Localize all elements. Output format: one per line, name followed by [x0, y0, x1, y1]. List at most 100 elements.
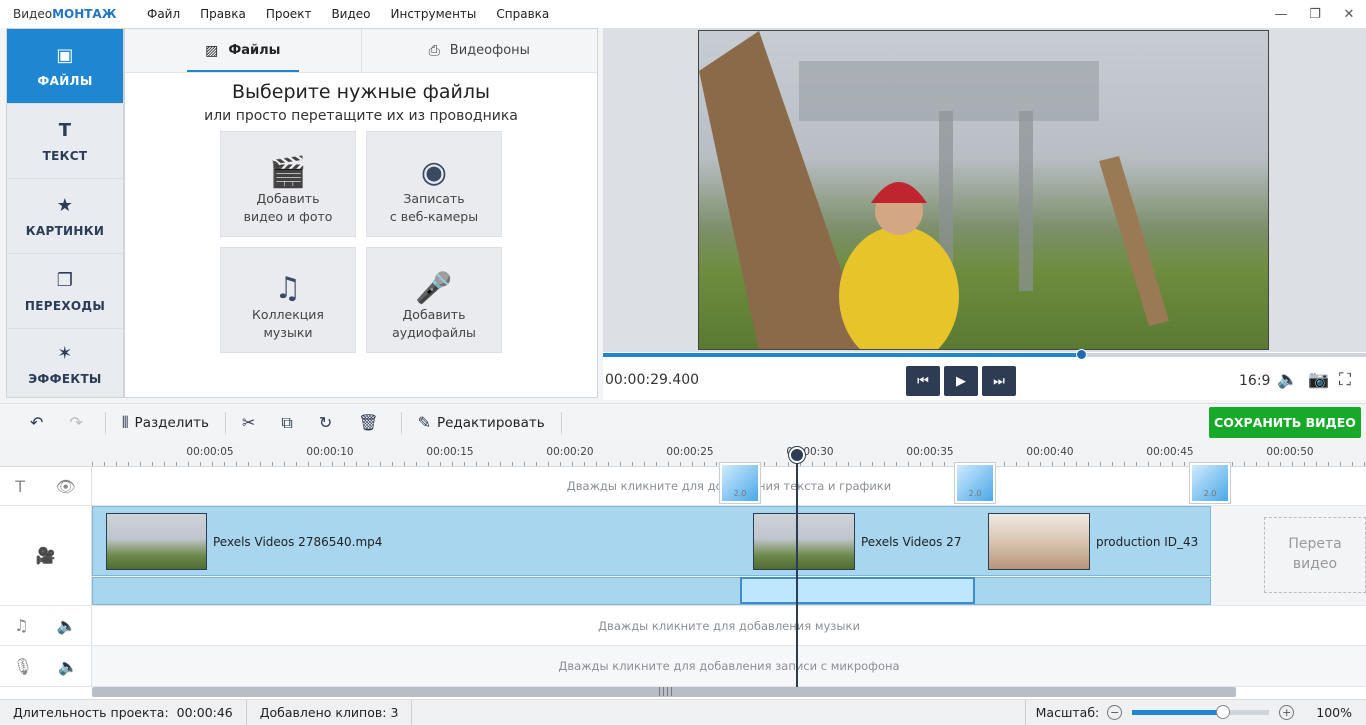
- save-video-button[interactable]: СОХРАНИТЬ ВИДЕО: [1209, 407, 1361, 438]
- music-track-hint[interactable]: Дважды кликните для добавления музыки: [92, 606, 1366, 645]
- edit-label: Редактировать: [436, 414, 545, 431]
- sidebar-item-files[interactable]: ▣ ФАЙЛЫ: [7, 29, 123, 104]
- ruler-tick-label: 00:00:35: [906, 446, 954, 458]
- scrollbar-grip[interactable]: ||||: [658, 687, 674, 697]
- eye-icon[interactable]: 👁: [55, 477, 75, 496]
- menu-help[interactable]: Справка: [486, 7, 559, 21]
- menu-tools[interactable]: Инструменты: [381, 7, 487, 21]
- clip-name[interactable]: Pexels Videos 2786540.mp4: [213, 535, 382, 549]
- cut-button[interactable]: ✂: [232, 404, 271, 442]
- drop-zone[interactable]: Перета видео: [1264, 517, 1366, 593]
- mic-track-header: 🎙 🔈: [0, 646, 92, 686]
- zoom-slider[interactable]: [1132, 704, 1270, 719]
- play-button[interactable]: ▶: [944, 366, 978, 396]
- preview-area: [603, 28, 1366, 352]
- clip-name[interactable]: production ID_43: [1096, 535, 1198, 549]
- music-track: ♫ 🔈 Дважды кликните для добавления музык…: [0, 606, 1366, 646]
- volume-icon[interactable]: 🔈: [57, 616, 77, 635]
- ruler-tick-mark: [1316, 462, 1317, 466]
- playhead-line[interactable]: [796, 449, 798, 687]
- ruler-tick-mark: [1040, 462, 1041, 466]
- mic-track: 🎙 🔈 Дважды кликните для добавления запис…: [0, 646, 1366, 687]
- playback-progress[interactable]: [603, 349, 1366, 360]
- zoom-in-icon[interactable]: +: [1279, 704, 1295, 720]
- ruler-tick-mark: [344, 462, 345, 466]
- playhead-handle[interactable]: [789, 447, 805, 463]
- edit-button[interactable]: ✎ Редактировать: [408, 404, 555, 442]
- ruler-tick-mark: [1076, 462, 1077, 466]
- next-button[interactable]: ⏭: [982, 366, 1016, 396]
- rotate-button[interactable]: ↻: [309, 404, 348, 442]
- zoom-out-icon[interactable]: −: [1107, 704, 1123, 720]
- ruler-tick-mark: [908, 462, 909, 466]
- transition-duration: 2.0: [1203, 489, 1217, 498]
- snapshot-icon[interactable]: 📷: [1308, 370, 1329, 390]
- crop-button[interactable]: ⧉: [271, 404, 308, 442]
- clip-audio-strip[interactable]: [92, 577, 1211, 605]
- ruler-tick-mark: [668, 462, 669, 466]
- ruler-tick-label: 00:00:40: [1026, 446, 1074, 458]
- menu-video[interactable]: Видео: [321, 7, 380, 21]
- ruler-tick-mark: [848, 462, 849, 466]
- close-button[interactable]: ✕: [1332, 0, 1366, 28]
- add-audio-button[interactable]: 🎤 Добавить аудиофайлы: [366, 247, 502, 353]
- menu-project[interactable]: Проект: [256, 7, 322, 21]
- tab-files[interactable]: ▨ Файлы: [125, 29, 361, 72]
- minimize-button[interactable]: —: [1264, 0, 1298, 28]
- sidebar-item-pictures[interactable]: ★ КАРТИНКИ: [7, 179, 123, 254]
- ruler-tick-mark: [524, 462, 525, 466]
- record-webcam-button[interactable]: ◉ Записать с веб-камеры: [366, 131, 502, 237]
- trash-icon: 🗑: [358, 413, 379, 432]
- ruler-tick-mark: [788, 462, 789, 466]
- star-icon: ★: [56, 194, 74, 216]
- files-title: Выберите нужные файлы: [232, 81, 490, 103]
- video-frame[interactable]: [698, 30, 1269, 350]
- project-duration: Длительность проекта: 00:00:46: [0, 699, 247, 725]
- rotate-icon: ↻: [318, 413, 333, 432]
- ruler-tick-mark: [200, 462, 201, 466]
- selected-audio-segment[interactable]: [740, 577, 975, 604]
- ruler-tick-mark: [188, 462, 189, 466]
- ruler-tick-mark: [584, 462, 585, 466]
- ruler-tick-mark: [1304, 462, 1305, 466]
- transition-duration: 2.0: [968, 489, 982, 498]
- app-logo: ВидеоМОНТАЖ: [13, 7, 117, 21]
- ruler-tick-mark: [452, 462, 453, 466]
- transition-duration: 2.0: [733, 489, 747, 498]
- ruler-tick-mark: [536, 462, 537, 466]
- mic-track-hint[interactable]: Дважды кликните для добавления записи с …: [92, 646, 1366, 686]
- film-reel-icon: 🎬: [269, 155, 307, 190]
- delete-button[interactable]: 🗑: [348, 404, 394, 442]
- ruler-tick-label: 00:00:10: [306, 446, 354, 458]
- undo-button[interactable]: ↶: [0, 404, 59, 442]
- menu-edit[interactable]: Правка: [190, 7, 256, 21]
- aspect-ratio[interactable]: 16:9: [1239, 373, 1270, 389]
- progress-handle[interactable]: [1075, 349, 1087, 360]
- image-icon: ▨: [205, 42, 219, 59]
- tab-video-backgrounds[interactable]: ⎙ Видеофоны: [360, 29, 598, 72]
- ruler-tick-mark: [1016, 462, 1017, 466]
- fullscreen-icon[interactable]: ⛶: [1339, 370, 1351, 390]
- button-label-line1: Добавить: [256, 191, 320, 206]
- files-panel: ▨ Файлы ⎙ Видеофоны Выберите нужные файл…: [124, 28, 598, 398]
- pencil-icon: ✎: [417, 413, 431, 432]
- add-video-photo-button[interactable]: 🎬 Добавить видео и фото: [220, 131, 356, 237]
- drop-zone-label: Перета видео: [1288, 536, 1342, 572]
- sidebar-item-effects[interactable]: ✶ ЭФФЕКТЫ: [7, 329, 123, 399]
- ruler-tick-mark: [392, 462, 393, 466]
- redo-button[interactable]: ↷: [59, 404, 98, 442]
- maximize-button[interactable]: ❐: [1298, 0, 1332, 28]
- ruler-tick-mark: [248, 462, 249, 466]
- volume-icon[interactable]: 🔈: [58, 657, 78, 676]
- ruler-tick-mark: [1160, 462, 1161, 466]
- sidebar-item-transitions[interactable]: ❐ ПЕРЕХОДЫ: [7, 254, 123, 329]
- ruler-tick-label: 00:00:15: [426, 446, 474, 458]
- previous-button[interactable]: ⏮: [906, 366, 940, 396]
- split-button[interactable]: ⫴ Разделить: [112, 404, 219, 442]
- menu-file[interactable]: Файл: [137, 7, 190, 21]
- sidebar-item-text[interactable]: T ТЕКСТ: [7, 104, 123, 179]
- clip-name[interactable]: Pexels Videos 27: [861, 535, 961, 549]
- volume-icon[interactable]: 🔈: [1277, 370, 1298, 390]
- zoom-handle[interactable]: [1215, 704, 1230, 719]
- music-collection-button[interactable]: ♫ Коллекция музыки: [220, 247, 356, 353]
